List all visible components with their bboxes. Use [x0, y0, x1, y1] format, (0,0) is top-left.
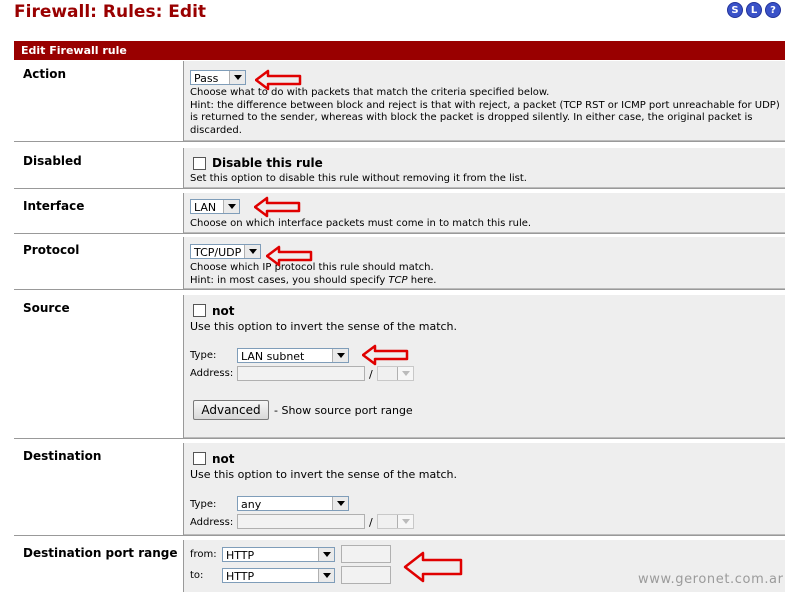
protocol-hint-2-tcp: TCP — [388, 274, 408, 286]
annotation-arrow-icon — [266, 245, 313, 267]
destination-not-label: not — [212, 452, 235, 466]
disabled-content: Disable this rule Set this option to dis… — [184, 148, 785, 188]
chevron-down-icon — [318, 569, 334, 582]
dest-port-to-label: to: — [190, 570, 204, 581]
row-divider — [14, 188, 785, 189]
source-invert-hint: Use this option to invert the sense of t… — [190, 320, 458, 333]
source-type-select[interactable]: LAN subnet — [237, 348, 349, 363]
row-divider — [14, 233, 785, 234]
action-hint-4: discarded. — [190, 124, 242, 136]
source-address-label: Address: — [190, 368, 234, 379]
chevron-down-icon — [397, 367, 413, 380]
destination-address-input[interactable] — [237, 514, 365, 529]
action-select-value: Pass — [194, 72, 219, 85]
protocol-label: Protocol — [14, 237, 184, 289]
page-title: Firewall: Rules: Edit — [14, 2, 207, 22]
action-select[interactable]: Pass — [190, 70, 246, 85]
action-label: Action — [14, 61, 184, 141]
protocol-hint-2-prefix: Hint: in most cases, you should specify — [190, 274, 386, 286]
destination-invert-hint: Use this option to invert the sense of t… — [190, 468, 458, 481]
destination-mask-select[interactable] — [377, 514, 414, 529]
disabled-hint: Set this option to disable this rule wit… — [190, 173, 527, 184]
dest-port-from-select[interactable]: HTTP — [222, 547, 335, 562]
annotation-arrow-icon — [362, 344, 409, 366]
source-type-value: LAN subnet — [241, 350, 305, 363]
row-divider — [14, 289, 785, 290]
row-divider — [14, 535, 785, 536]
chevron-down-icon — [223, 200, 239, 213]
dest-port-to-custom-input[interactable] — [341, 566, 391, 584]
chevron-down-icon — [332, 497, 348, 510]
dest-port-label: Destination port range — [14, 540, 184, 592]
protocol-hint-2: Hint: in most cases, you should specify … — [190, 275, 436, 288]
source-not-checkbox[interactable] — [193, 304, 206, 317]
log-icon[interactable]: L — [746, 2, 762, 18]
dest-port-from-value: HTTP — [226, 549, 255, 562]
row-divider — [14, 141, 785, 142]
annotation-arrow-icon — [254, 196, 301, 218]
disable-rule-checkbox[interactable] — [193, 157, 206, 170]
chevron-down-icon — [229, 71, 245, 84]
destination-type-select[interactable]: any — [237, 496, 349, 511]
interface-select[interactable]: LAN — [190, 199, 240, 214]
destination-address-label: Address: — [190, 517, 234, 528]
destination-label: Destination — [14, 443, 184, 535]
destination-type-label: Type: — [190, 499, 217, 510]
chevron-down-icon — [318, 548, 334, 561]
section-header: Edit Firewall rule — [14, 41, 785, 60]
destination-slash: / — [369, 516, 373, 529]
annotation-arrow-icon — [255, 69, 302, 91]
dest-port-from-label: from: — [190, 549, 217, 560]
action-row: Action Pass Choose what to do with packe… — [14, 61, 785, 142]
source-address-input[interactable] — [237, 366, 365, 381]
interface-row: Interface LAN Choose on which interface … — [14, 193, 785, 234]
source-row: Source not Use this option to invert the… — [14, 295, 785, 439]
disabled-row: Disabled Disable this rule Set this opti… — [14, 148, 785, 189]
protocol-row: Protocol TCP/UDP Choose which IP protoco… — [14, 237, 785, 290]
advanced-button[interactable]: Advanced — [193, 400, 269, 420]
destination-content: not Use this option to invert the sense … — [184, 443, 785, 535]
top-icons: S L ? — [727, 2, 781, 18]
chevron-down-icon — [332, 349, 348, 362]
row-divider — [14, 438, 785, 439]
destination-row: Destination not Use this option to inver… — [14, 443, 785, 536]
interface-select-value: LAN — [194, 201, 217, 214]
source-mask-select[interactable] — [377, 366, 414, 381]
interface-hint: Choose on which interface packets must c… — [190, 218, 532, 229]
action-hint-3: is returned to the sender, whereas with … — [190, 112, 753, 123]
disabled-label: Disabled — [14, 148, 184, 188]
action-hint-1: Choose what to do with packets that matc… — [190, 87, 550, 98]
protocol-select[interactable]: TCP/UDP — [190, 244, 261, 259]
status-icon[interactable]: S — [727, 2, 743, 18]
source-slash: / — [369, 368, 373, 381]
source-not-label: not — [212, 304, 235, 318]
protocol-hint-2-suffix: here. — [410, 274, 437, 286]
source-type-label: Type: — [190, 350, 217, 361]
help-icon[interactable]: ? — [765, 2, 781, 18]
dest-port-to-select[interactable]: HTTP — [222, 568, 335, 583]
dest-port-from-custom-input[interactable] — [341, 545, 391, 563]
dest-port-to-value: HTTP — [226, 570, 255, 583]
chevron-down-icon — [244, 245, 260, 258]
action-hint-2: Hint: the difference between block and r… — [190, 99, 780, 111]
protocol-select-value: TCP/UDP — [194, 246, 242, 259]
source-content: not Use this option to invert the sense … — [184, 295, 785, 438]
annotation-arrow-icon — [403, 551, 463, 583]
source-label: Source — [14, 295, 184, 438]
destination-type-value: any — [241, 498, 262, 511]
interface-label: Interface — [14, 193, 184, 233]
advanced-hint: - Show source port range — [274, 404, 413, 417]
chevron-down-icon — [397, 515, 413, 528]
destination-not-checkbox[interactable] — [193, 452, 206, 465]
watermark: www.geronet.com.ar — [638, 572, 784, 587]
disable-rule-label: Disable this rule — [212, 156, 323, 170]
